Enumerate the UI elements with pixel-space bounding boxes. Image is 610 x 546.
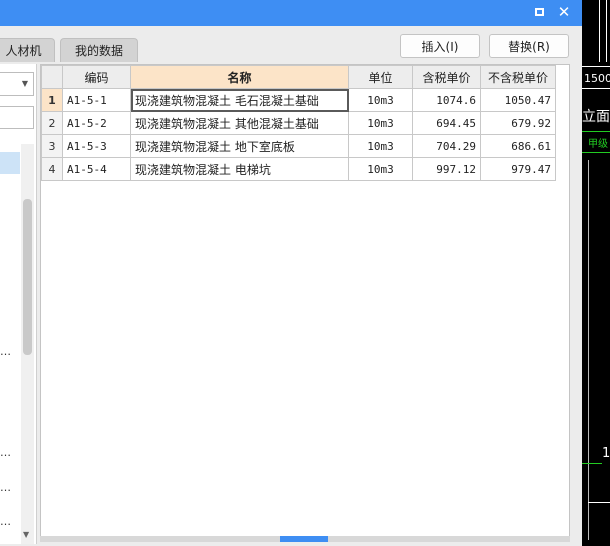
tree-item-truncated[interactable]: … xyxy=(0,446,12,459)
cell-price-notax[interactable]: 686.61 xyxy=(480,134,556,158)
tab-labor-material-machine[interactable]: 人材机 xyxy=(0,38,55,62)
column-header-price-tax[interactable]: 含税单价 xyxy=(412,65,481,89)
close-icon: ✕ xyxy=(557,3,571,21)
grid-horizontal-scrollbar[interactable] xyxy=(40,536,570,542)
tab-my-data[interactable]: 我的数据 xyxy=(60,38,138,62)
tab-label: 人材机 xyxy=(5,44,42,58)
table-row[interactable]: 1 A1-5-1 现浇建筑物混凝土 毛石混凝土基础 10m3 1074.6 10… xyxy=(41,88,556,112)
cad-green-line xyxy=(582,131,610,132)
maximize-button[interactable] xyxy=(528,0,550,24)
row-number: 3 xyxy=(41,134,63,158)
tree-item-truncated[interactable]: … xyxy=(0,515,12,528)
maximize-icon xyxy=(534,8,544,16)
left-tree-panel: ▼ … … … … ▼ xyxy=(0,64,37,544)
cell-unit[interactable]: 10m3 xyxy=(348,88,413,112)
column-header-name[interactable]: 名称 xyxy=(130,65,349,89)
quota-grid: 编码 名称 单位 含税单价 不含税单价 1 A1-5-1 现浇建筑物混凝土 毛石… xyxy=(40,64,570,538)
cad-line xyxy=(582,66,610,67)
cad-line xyxy=(606,0,607,62)
cell-unit[interactable]: 10m3 xyxy=(348,157,413,181)
cell-price-tax[interactable]: 694.45 xyxy=(412,111,481,135)
cad-green-line xyxy=(582,152,610,153)
right-border xyxy=(571,64,582,538)
grid-scrollbar-thumb[interactable] xyxy=(280,536,328,542)
row-number-header xyxy=(41,65,63,89)
chevron-down-icon: ▼ xyxy=(21,79,28,88)
background-cad-drawing: 1500 立面 甲级 1 xyxy=(582,0,610,546)
cad-green-line xyxy=(582,463,602,464)
row-number: 2 xyxy=(41,111,63,135)
cad-dimension-text: 1500 xyxy=(584,72,610,85)
filter-input[interactable] xyxy=(0,106,34,129)
cell-price-tax[interactable]: 1074.6 xyxy=(412,88,481,112)
cad-line xyxy=(599,0,600,62)
cad-green-text: 甲级 xyxy=(588,139,608,150)
cell-name[interactable]: 现浇建筑物混凝土 毛石混凝土基础 xyxy=(130,88,349,112)
table-row[interactable]: 4 A1-5-4 现浇建筑物混凝土 电梯坑 10m3 997.12 979.47 xyxy=(41,157,556,181)
column-header-price-notax[interactable]: 不含税单价 xyxy=(480,65,556,89)
table-row[interactable]: 3 A1-5-3 现浇建筑物混凝土 地下室底板 10m3 704.29 686.… xyxy=(41,134,556,158)
cell-price-notax[interactable]: 679.92 xyxy=(480,111,556,135)
cell-code[interactable]: A1-5-3 xyxy=(62,134,131,158)
cell-code[interactable]: A1-5-2 xyxy=(62,111,131,135)
table-row[interactable]: 2 A1-5-2 现浇建筑物混凝土 其他混凝土基础 10m3 694.45 67… xyxy=(41,111,556,135)
tab-label: 我的数据 xyxy=(74,44,123,58)
insert-button[interactable]: 插入(I) xyxy=(400,34,480,58)
cell-price-tax[interactable]: 997.12 xyxy=(412,157,481,181)
row-number: 1 xyxy=(41,88,63,112)
cell-price-tax[interactable]: 704.29 xyxy=(412,134,481,158)
scroll-down-arrow-icon[interactable]: ▼ xyxy=(23,530,29,539)
replace-button[interactable]: 替换(R) xyxy=(489,34,569,58)
column-header-code[interactable]: 编码 xyxy=(62,65,131,89)
cad-line xyxy=(582,88,610,89)
cell-name[interactable]: 现浇建筑物混凝土 其他混凝土基础 xyxy=(130,111,349,135)
tree-scrollbar-thumb[interactable] xyxy=(23,199,32,355)
cell-unit[interactable]: 10m3 xyxy=(348,134,413,158)
cell-name[interactable]: 现浇建筑物混凝土 电梯坑 xyxy=(130,157,349,181)
tree-item-truncated[interactable]: … xyxy=(0,345,12,358)
quota-table: 编码 名称 单位 含税单价 不含税单价 1 A1-5-1 现浇建筑物混凝土 毛石… xyxy=(41,65,556,181)
cell-price-notax[interactable]: 979.47 xyxy=(480,157,556,181)
cad-label-text: 立面 xyxy=(582,109,610,125)
cell-code[interactable]: A1-5-1 xyxy=(62,88,131,112)
column-header-unit[interactable]: 单位 xyxy=(348,65,413,89)
cell-name[interactable]: 现浇建筑物混凝土 地下室底板 xyxy=(130,134,349,158)
dialog-body: 人材机 我的数据 插入(I) 替换(R) ▼ … … … … ▼ 编码 名称 单… xyxy=(0,26,582,546)
tree-item-truncated[interactable]: … xyxy=(0,481,12,494)
cad-line xyxy=(588,502,610,503)
cad-dimension-text: 1 xyxy=(602,446,610,461)
cell-code[interactable]: A1-5-4 xyxy=(62,157,131,181)
cad-line xyxy=(588,160,589,540)
cell-price-notax[interactable]: 1050.47 xyxy=(480,88,556,112)
row-number: 4 xyxy=(41,157,63,181)
cell-unit[interactable]: 10m3 xyxy=(348,111,413,135)
close-button[interactable]: ✕ xyxy=(553,0,575,24)
category-dropdown[interactable]: ▼ xyxy=(0,72,34,96)
table-header-row: 编码 名称 单位 含税单价 不含税单价 xyxy=(41,65,556,89)
selected-tree-item[interactable] xyxy=(0,152,20,174)
window-titlebar: ✕ xyxy=(0,0,582,26)
